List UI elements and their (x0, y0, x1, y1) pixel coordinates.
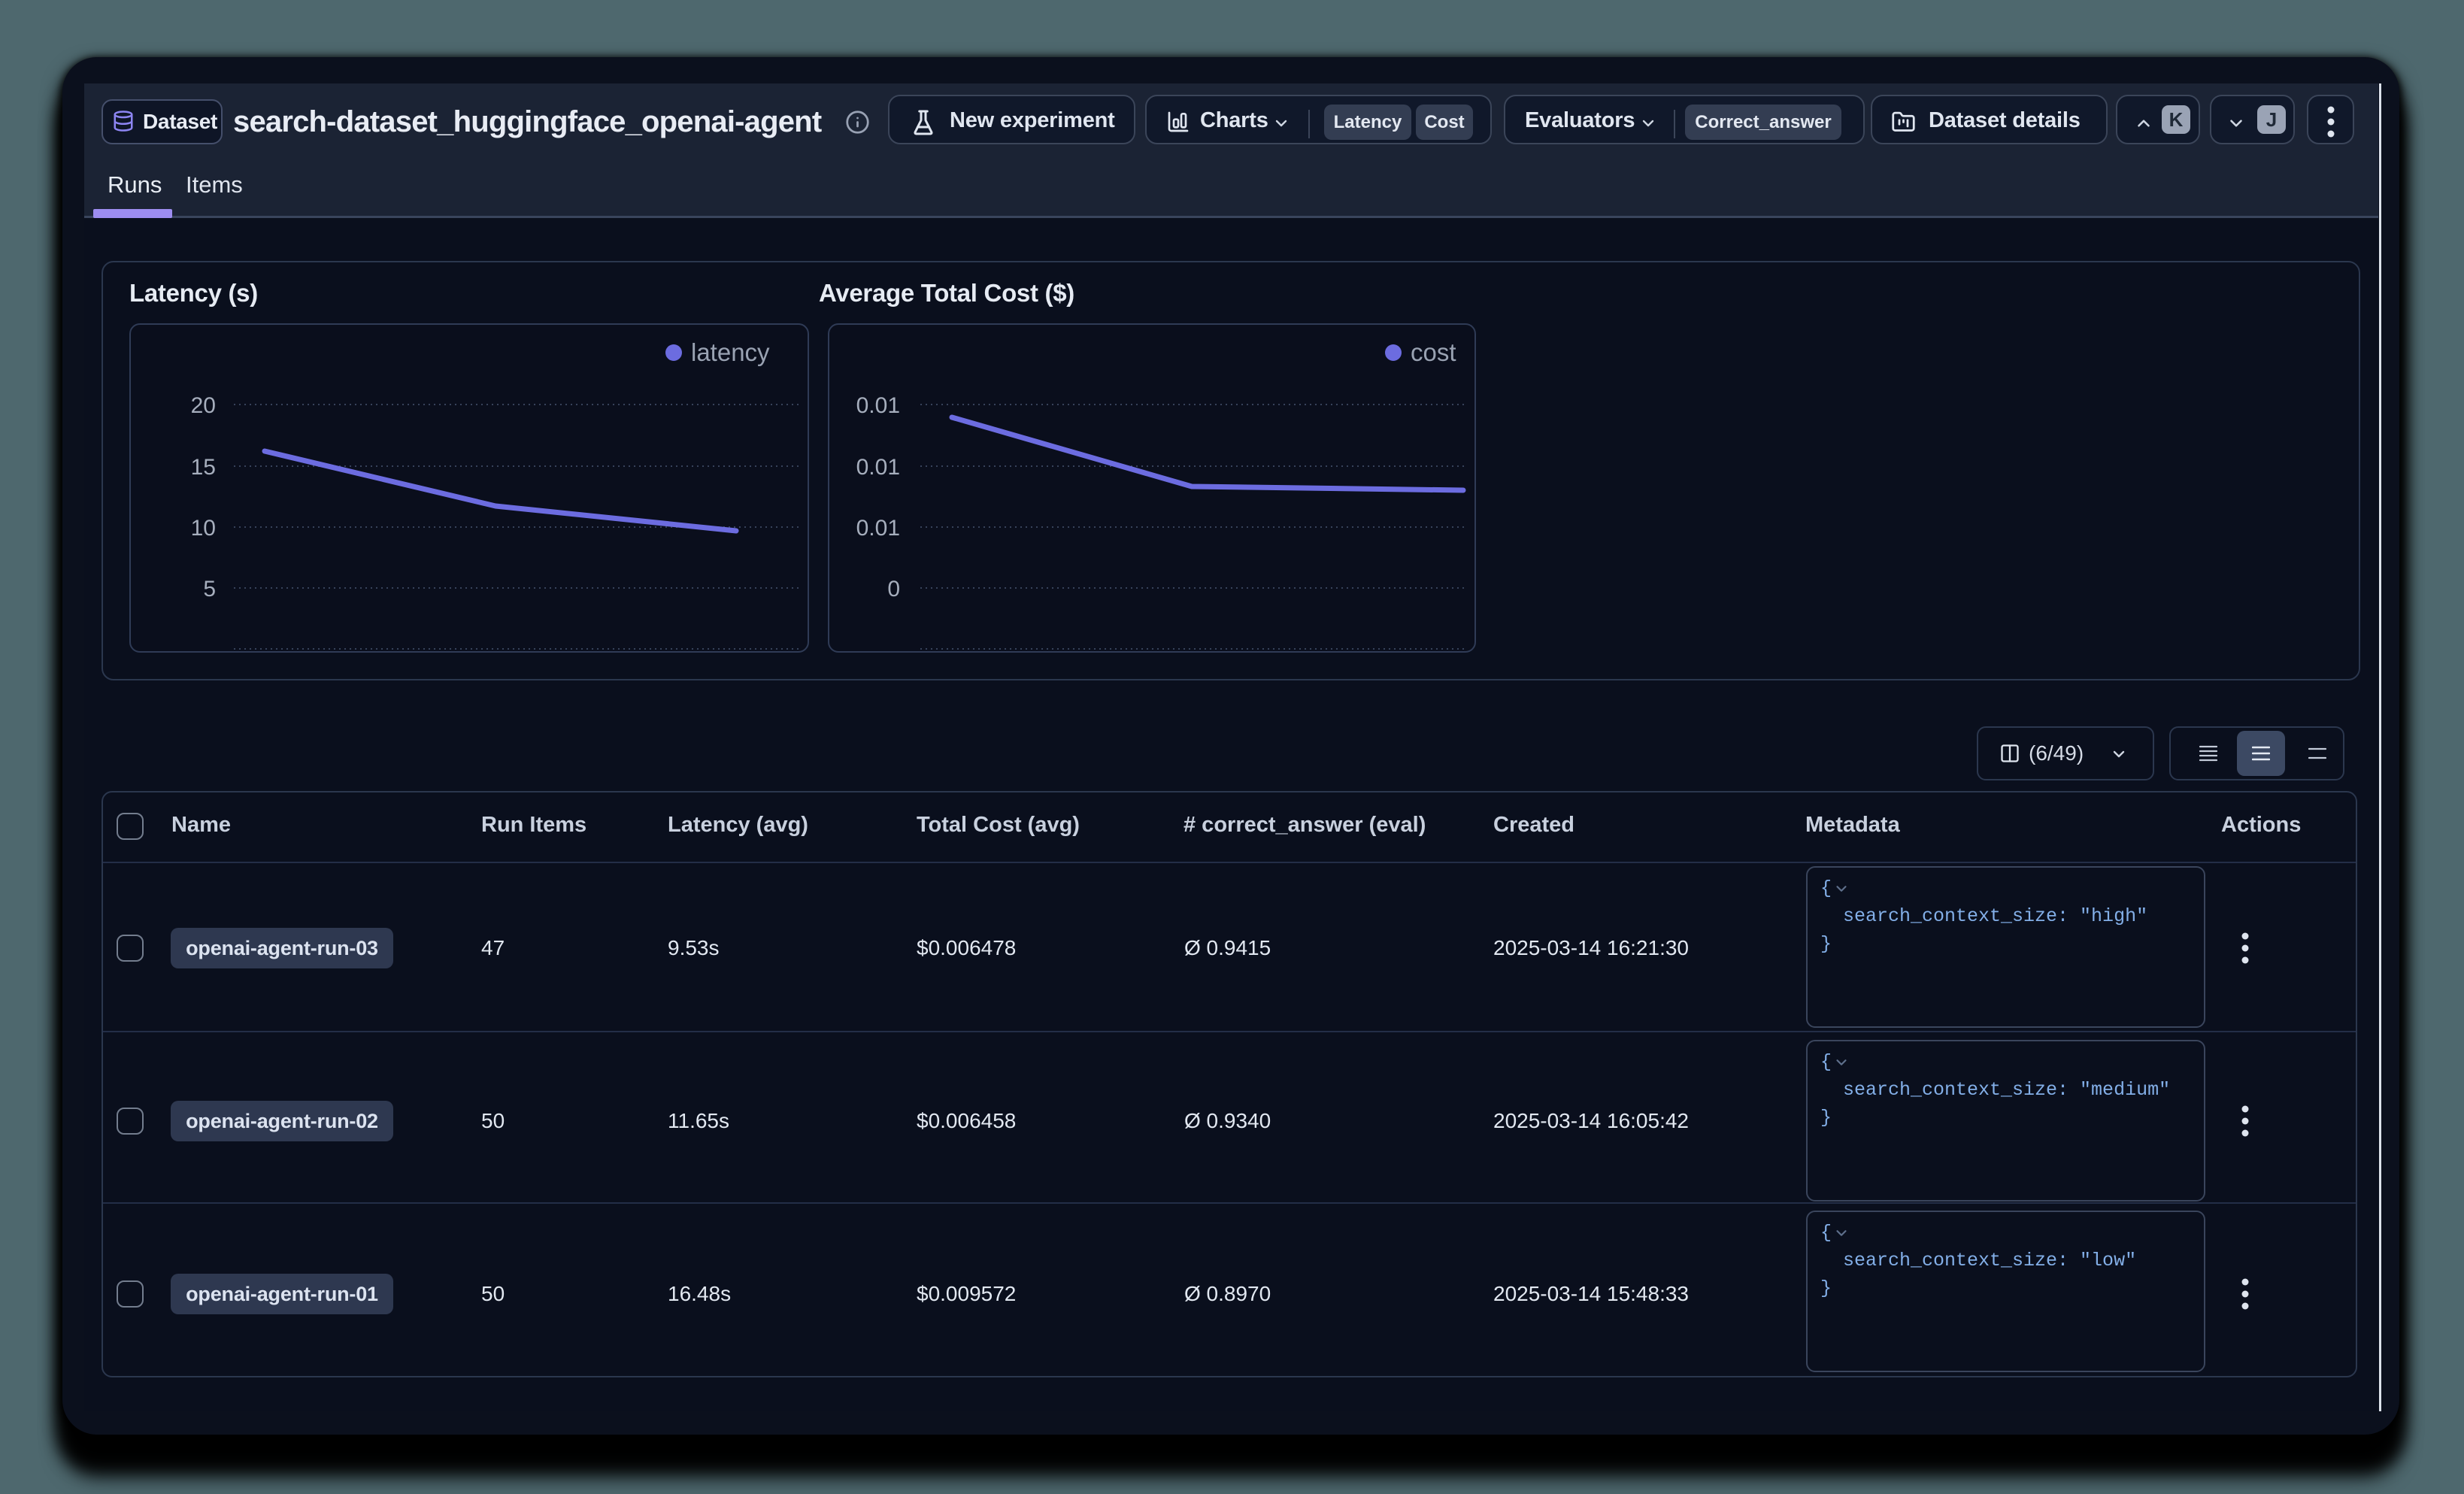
svg-text:15: 15 (191, 455, 216, 480)
svg-text:5: 5 (203, 577, 216, 602)
svg-text:0: 0 (887, 577, 900, 602)
svg-text:0.01: 0.01 (856, 393, 900, 418)
svg-text:0.01: 0.01 (856, 455, 900, 480)
svg-text:cost: cost (1411, 338, 1456, 366)
svg-text:20: 20 (191, 393, 216, 418)
svg-text:10: 10 (191, 516, 216, 541)
svg-text:0.01: 0.01 (856, 516, 900, 541)
svg-text:latency: latency (691, 338, 770, 366)
